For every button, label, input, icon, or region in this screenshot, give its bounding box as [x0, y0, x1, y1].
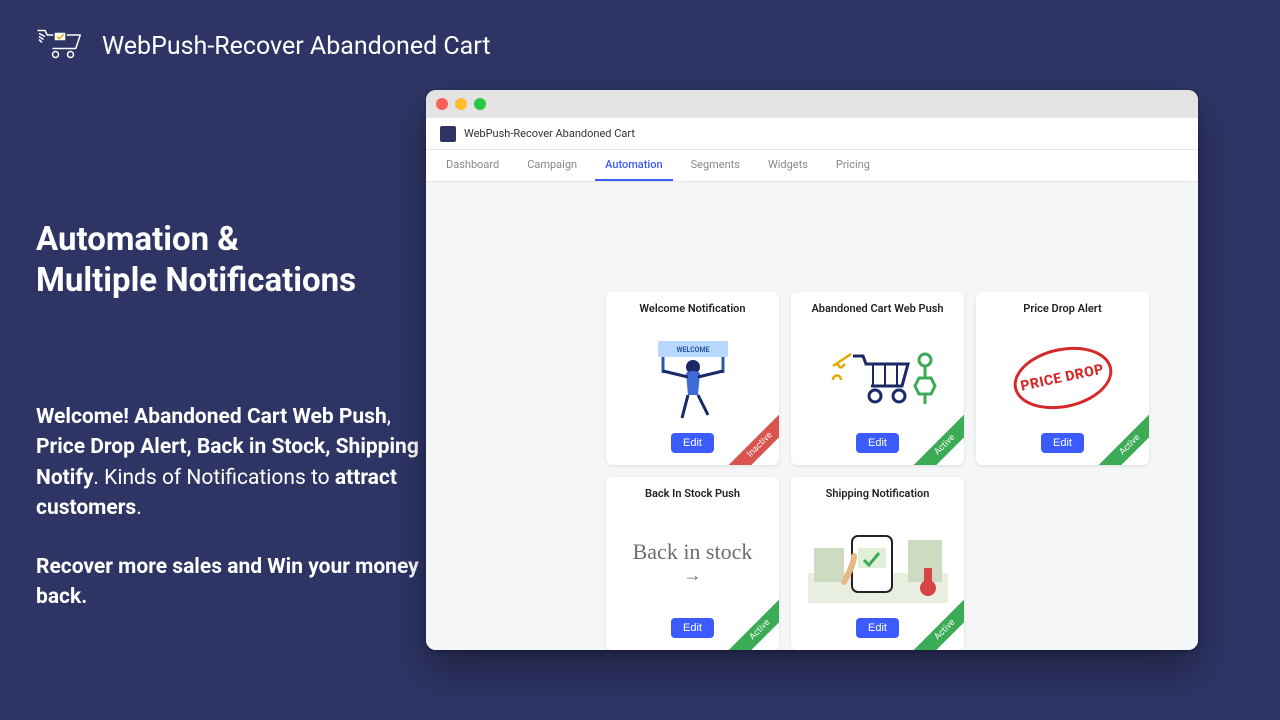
brand-row: WebPush-Recover Abandoned Cart [36, 24, 491, 68]
promo-body: Welcome! Abandoned Cart Web Push, Price … [36, 402, 426, 524]
tab-dashboard[interactable]: Dashboard [436, 150, 509, 181]
card-title: Abandoned Cart Web Push [811, 302, 943, 315]
tab-segments[interactable]: Segments [681, 150, 750, 181]
edit-button[interactable]: Edit [856, 433, 899, 453]
welcome-illustration: WELCOME [616, 323, 769, 433]
window-close-icon[interactable] [436, 98, 448, 110]
edit-button[interactable]: Edit [856, 618, 899, 638]
app-logo-icon [440, 126, 456, 142]
card-title: Price Drop Alert [1023, 302, 1101, 315]
edit-button[interactable]: Edit [671, 618, 714, 638]
automation-card-grid: Welcome NotificationWELCOMEEditInactiveA… [426, 182, 1198, 650]
svg-text:WELCOME: WELCOME [676, 346, 709, 354]
card-title: Back In Stock Push [645, 487, 740, 500]
shipping-illustration [801, 508, 954, 618]
automation-card: Price Drop AlertPRICE DROPEditActive [976, 292, 1149, 465]
tab-bar: Dashboard Campaign Automation Segments Widge… [426, 150, 1198, 182]
cart-illustration [801, 323, 954, 433]
tab-widgets[interactable]: Widgets [758, 150, 818, 181]
automation-card: Back In Stock PushBack in stock→EditActi… [606, 477, 779, 650]
tab-automation[interactable]: Automation [595, 150, 672, 181]
pricedrop-illustration: PRICE DROP [986, 323, 1139, 433]
edit-button[interactable]: Edit [671, 433, 714, 453]
app-name: WebPush-Recover Abandoned Cart [102, 32, 491, 61]
app-window: WebPush-Recover Abandoned Cart Dashboard… [426, 90, 1198, 650]
cart-logo-icon [36, 24, 84, 68]
automation-card: Welcome NotificationWELCOMEEditInactive [606, 292, 779, 465]
edit-button[interactable]: Edit [1041, 433, 1084, 453]
window-titlebar [426, 90, 1198, 118]
app-bar-title: WebPush-Recover Abandoned Cart [464, 127, 635, 140]
promo-copy: Automation & Multiple Notifications Welc… [36, 220, 426, 612]
backinstock-illustration: Back in stock→ [616, 508, 769, 618]
window-zoom-icon[interactable] [474, 98, 486, 110]
automation-card: Shipping NotificationEditActive [791, 477, 964, 650]
automation-card: Abandoned Cart Web PushEditActive [791, 292, 964, 465]
promo-headline: Automation & Multiple Notifications [36, 220, 426, 302]
tab-pricing[interactable]: Pricing [826, 150, 880, 181]
card-title: Shipping Notification [826, 487, 930, 500]
promo-body-2: Recover more sales and Win your money ba… [36, 552, 426, 613]
window-minimize-icon[interactable] [455, 98, 467, 110]
tab-campaign[interactable]: Campaign [517, 150, 587, 181]
card-title: Welcome Notification [639, 302, 745, 315]
app-bar: WebPush-Recover Abandoned Cart [426, 118, 1198, 150]
